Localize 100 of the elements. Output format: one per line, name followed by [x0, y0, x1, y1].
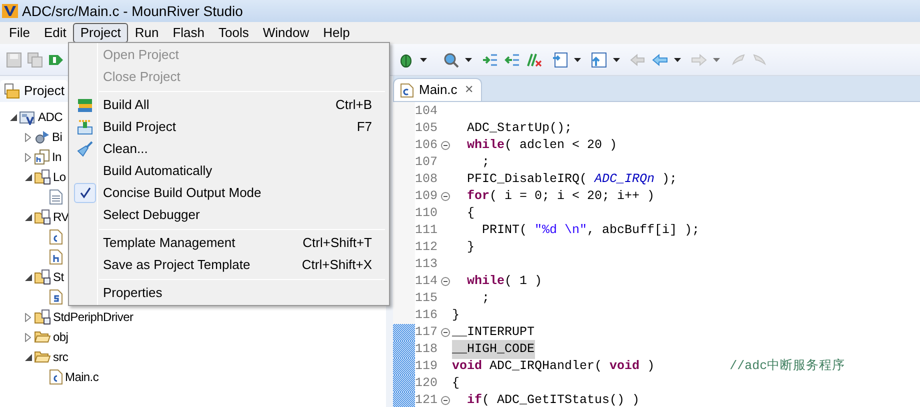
- dropdown-caret-icon[interactable]: [420, 58, 427, 62]
- expand-toggle-icon[interactable]: [23, 312, 33, 322]
- broom-icon: [77, 141, 93, 157]
- source-folder-icon: [34, 269, 51, 285]
- source-folder-icon: [34, 309, 51, 325]
- tree-item[interactable]: Lo: [53, 168, 66, 186]
- menu-item[interactable]: Flash: [166, 23, 212, 43]
- menu-entry[interactable]: Build Project F7: [69, 116, 389, 138]
- tree-item[interactable]: Bi: [52, 128, 62, 146]
- menu-entry[interactable]: Build All Ctrl+B: [69, 94, 389, 116]
- editor-tab[interactable]: Main.c: [419, 80, 458, 100]
- code-line: }: [466, 239, 475, 256]
- expand-toggle-icon[interactable]: [23, 152, 33, 162]
- menu-item[interactable]: Edit: [36, 23, 74, 43]
- tree-item[interactable]: obj: [53, 328, 68, 346]
- line-number: 108: [415, 171, 439, 188]
- menu-entry[interactable]: Build Automatically: [69, 160, 389, 182]
- menu-item[interactable]: File: [2, 23, 37, 43]
- line-number: 104: [415, 103, 439, 120]
- menu-item[interactable]: Tools: [211, 23, 256, 43]
- line-number: 105: [415, 120, 439, 138]
- export-icon[interactable]: [591, 52, 607, 68]
- import-icon[interactable]: [552, 52, 568, 68]
- menu-entry[interactable]: Select Debugger: [69, 204, 389, 226]
- menu-entry[interactable]: Template Management Ctrl+Shift+T: [69, 232, 389, 254]
- folder-icon: [34, 350, 51, 364]
- s-file-icon: [49, 289, 63, 305]
- collapse-toggle-icon[interactable]: [8, 114, 18, 120]
- code-line: ADC_StartUp();: [466, 120, 572, 138]
- collapse-toggle-icon[interactable]: [23, 274, 33, 280]
- code-line: ;: [481, 290, 490, 308]
- bug-icon[interactable]: [398, 52, 414, 68]
- code-line: if( ADC_GetITStatus() ): [467, 392, 640, 407]
- menu-entry[interactable]: Clean...: [69, 138, 389, 160]
- search-icon[interactable]: [443, 52, 459, 68]
- back-arrow-icon[interactable]: [652, 52, 668, 68]
- fold-icon[interactable]: [441, 396, 450, 405]
- line-number: 117: [415, 324, 439, 342]
- expand-toggle-icon[interactable]: [23, 332, 33, 342]
- fold-icon[interactable]: [441, 192, 450, 201]
- line-number: 106: [415, 137, 439, 154]
- dropdown-caret-icon[interactable]: [574, 58, 581, 62]
- header-folder-icon: [34, 149, 50, 165]
- fold-icon[interactable]: [441, 328, 450, 337]
- close-tab-button[interactable]: ✕: [462, 82, 476, 98]
- line-number: 116: [415, 307, 439, 324]
- code-line: while( 1 ): [467, 273, 542, 290]
- source-folder-icon: [34, 169, 51, 185]
- collapse-toggle-icon[interactable]: [23, 214, 33, 220]
- tree-item[interactable]: ADC: [38, 108, 62, 126]
- code-line: for( i = 0; i < 20; i++ ): [467, 188, 655, 206]
- line-number: 121: [415, 392, 439, 407]
- menu-entry[interactable]: Concise Build Output Mode: [69, 182, 389, 204]
- line-number: 113: [415, 256, 439, 274]
- tree-item[interactable]: src: [53, 348, 68, 366]
- menu-item[interactable]: Window: [256, 23, 316, 43]
- code-line: ;: [481, 154, 490, 172]
- line-number: 111: [415, 222, 439, 240]
- line-number: 109: [415, 188, 439, 206]
- folder-icon: [34, 330, 51, 344]
- app-logo-icon: [2, 3, 18, 19]
- line-number: 107: [415, 154, 439, 172]
- tree-item[interactable]: Main.c: [65, 368, 99, 386]
- tree-item[interactable]: St: [53, 268, 64, 286]
- code-line: }: [452, 307, 460, 324]
- menu-item[interactable]: Run: [128, 23, 166, 43]
- collapse-toggle-icon[interactable]: [23, 354, 33, 360]
- fold-icon[interactable]: [441, 277, 450, 286]
- menu-item[interactable]: Help: [316, 23, 357, 43]
- fold-icon[interactable]: [441, 141, 450, 150]
- c-file-icon: [49, 369, 63, 385]
- dropdown-caret-icon[interactable]: [613, 58, 620, 62]
- dropdown-caret-icon[interactable]: [465, 58, 472, 62]
- line-number: 119: [415, 358, 439, 376]
- tree-item[interactable]: In: [52, 148, 62, 166]
- tree-item[interactable]: StdPeriphDriver: [53, 308, 134, 326]
- line-number: 115: [415, 290, 439, 308]
- line-number: 114: [415, 273, 439, 290]
- code-line: __INTERRUPT: [452, 324, 535, 342]
- code-line: while( adclen < 20 ): [467, 137, 618, 154]
- code-line: PRINT( "%d \n", abcBuff[i] );: [481, 222, 700, 240]
- c-file-icon: [400, 82, 414, 98]
- menu-item[interactable]: Project: [73, 23, 128, 43]
- books-icon: [77, 97, 93, 113]
- code-line: void ADC_IRQHandler( void ) //adc中断服务程序: [452, 358, 846, 376]
- indent-icon[interactable]: [482, 52, 498, 68]
- collapse-toggle-icon[interactable]: [23, 174, 33, 180]
- menu-entry[interactable]: Properties: [69, 282, 389, 304]
- code-line: {: [466, 205, 475, 222]
- clear-comment-icon[interactable]: [526, 52, 542, 68]
- menu-entry[interactable]: Save as Project Template Ctrl+Shift+X: [69, 254, 389, 276]
- dropdown-caret-icon[interactable]: [674, 58, 681, 62]
- project-icon: [19, 109, 36, 125]
- h-file-icon: [49, 249, 63, 265]
- tree-item[interactable]: RV: [53, 208, 69, 226]
- code-line: {: [452, 375, 460, 392]
- line-number: 112: [415, 239, 439, 256]
- outdent-icon[interactable]: [504, 52, 520, 68]
- expand-toggle-icon[interactable]: [23, 132, 33, 142]
- line-number: 120: [415, 375, 439, 392]
